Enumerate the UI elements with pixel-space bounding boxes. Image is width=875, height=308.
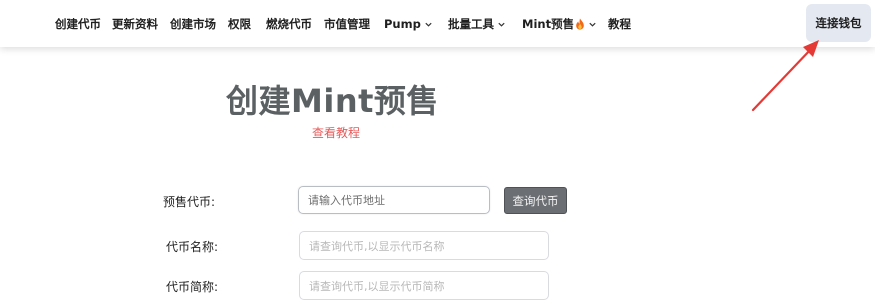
- nav-item-label: 权限: [228, 17, 251, 31]
- page: 创建代币 更新资料 创建市场 权限 燃烧代币 市值管理 Pump 批量工具 Mi…: [0, 0, 875, 308]
- nav-item-label: 教程: [608, 17, 631, 31]
- nav-item-create-market[interactable]: 创建市场: [170, 15, 216, 33]
- presale-token-label: 预售代币:: [163, 195, 216, 209]
- token-name-field[interactable]: 请查询代币,以显示代币名称: [299, 231, 549, 260]
- nav-item-permissions[interactable]: 权限: [228, 15, 251, 33]
- annotation-arrow-shaft: [751, 46, 814, 112]
- chevron-down-icon: [498, 22, 505, 27]
- token-address-placeholder: 请输入代币地址: [308, 194, 385, 207]
- nav-item-label: 市值管理: [324, 17, 370, 31]
- nav-item-batch-tools[interactable]: 批量工具: [448, 15, 506, 33]
- token-symbol-field[interactable]: 请查询代币,以显示代币简称: [299, 271, 549, 300]
- nav-item-label: 创建市场: [170, 17, 216, 31]
- nav-item-mint-presale[interactable]: Mint预售: [522, 15, 597, 33]
- nav-item-create-token[interactable]: 创建代币: [55, 15, 101, 33]
- token-symbol-placeholder: 请查询代币,以显示代币简称: [309, 279, 445, 293]
- nav-item-pump[interactable]: Pump: [384, 15, 433, 33]
- top-navbar: 创建代币 更新资料 创建市场 权限 燃烧代币 市值管理 Pump 批量工具 Mi…: [0, 0, 875, 47]
- fire-icon: [576, 18, 584, 30]
- token-name-label: 代币名称:: [166, 240, 219, 254]
- nav-item-label: Mint预售: [522, 17, 575, 31]
- chevron-down-icon: [425, 22, 432, 27]
- nav-item-update-profile[interactable]: 更新资料: [112, 15, 158, 33]
- nav-item-label: 创建代币: [55, 17, 101, 31]
- nav-item-label: 批量工具: [448, 17, 494, 31]
- token-address-input[interactable]: 请输入代币地址: [298, 186, 490, 214]
- nav-item-label: Pump: [384, 17, 421, 31]
- nav-item-label: 更新资料: [112, 17, 158, 31]
- query-token-button[interactable]: 查询代币: [504, 187, 567, 214]
- nav-item-market-cap[interactable]: 市值管理: [324, 15, 370, 33]
- connect-wallet-button[interactable]: 连接钱包: [806, 4, 871, 42]
- page-title: 创建Mint预售: [226, 82, 439, 120]
- token-symbol-label: 代币简称:: [166, 280, 219, 294]
- nav-item-burn-token[interactable]: 燃烧代币: [266, 15, 312, 33]
- chevron-down-icon: [589, 22, 596, 27]
- nav-item-tutorial[interactable]: 教程: [608, 15, 631, 33]
- nav-item-label: 燃烧代币: [266, 17, 312, 31]
- view-tutorial-link[interactable]: 查看教程: [312, 124, 360, 141]
- token-name-placeholder: 请查询代币,以显示代币名称: [309, 239, 445, 253]
